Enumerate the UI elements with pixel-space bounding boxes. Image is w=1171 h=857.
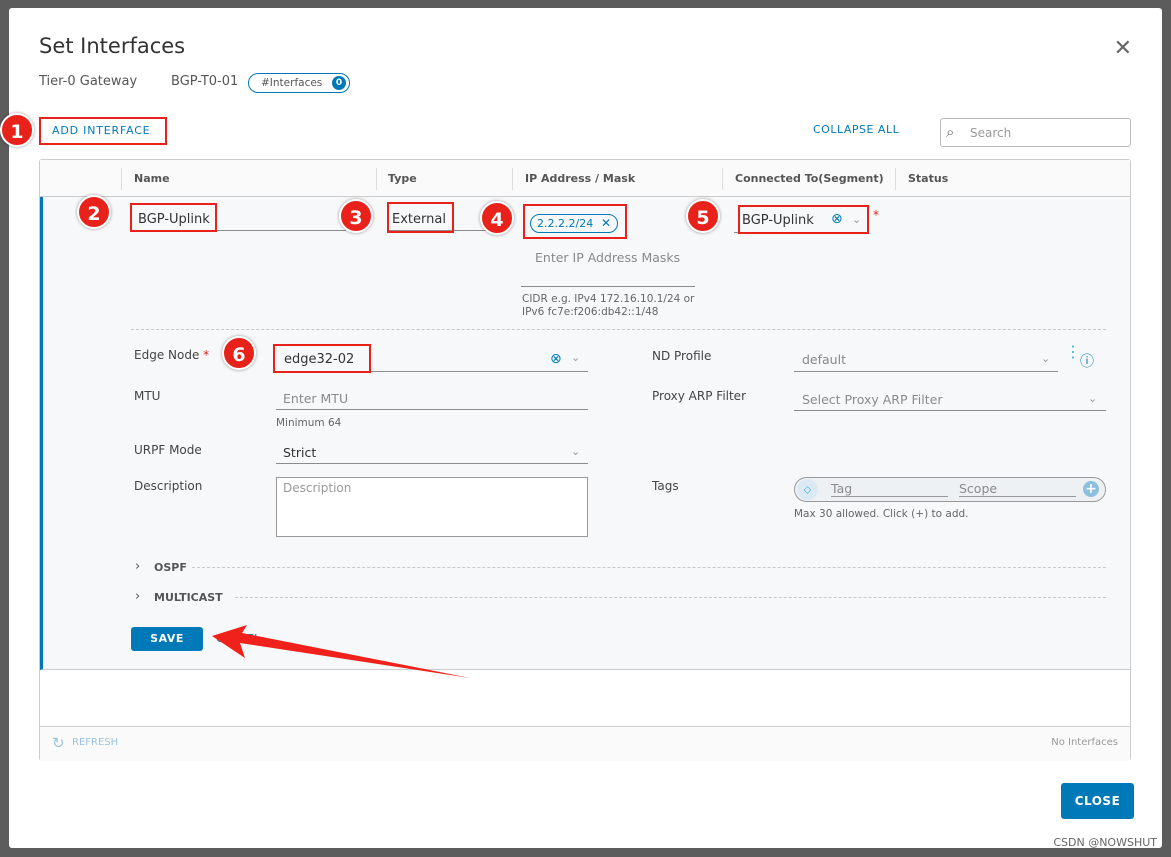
red-arrow — [212, 625, 470, 678]
watermark: CSDN @NOWSHUT — [1053, 836, 1157, 849]
arrow-annotation — [212, 625, 470, 678]
